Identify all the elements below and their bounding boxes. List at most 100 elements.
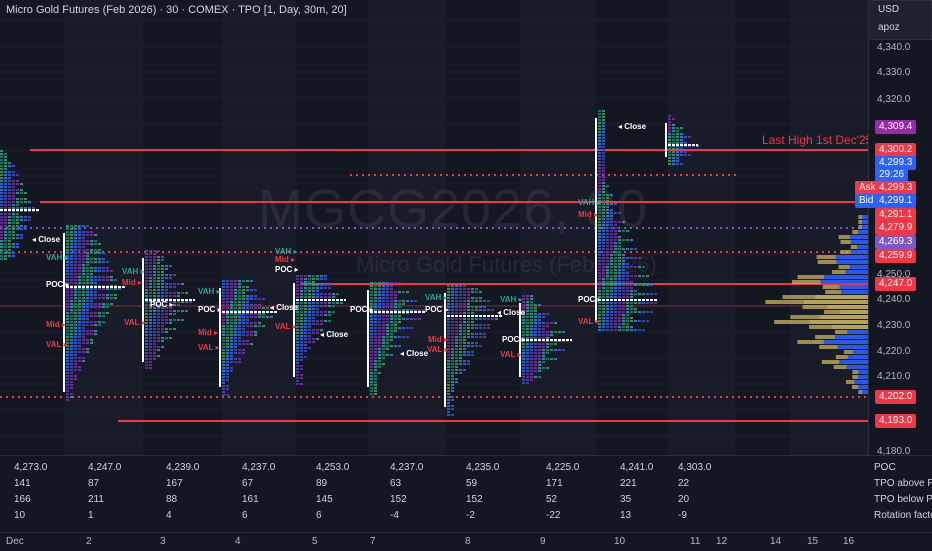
tpo-block (618, 320, 621, 322)
tpo-block (382, 333, 385, 335)
tpo-block (78, 225, 81, 227)
tpo-block (230, 343, 233, 345)
tpo-block (4, 180, 7, 182)
tpo-block (157, 289, 160, 291)
volume-bar-alt (858, 390, 862, 394)
stat-cell: 87 (88, 478, 100, 489)
tpo-block (0, 258, 3, 260)
tpo-block (626, 302, 629, 304)
tpo-block (610, 323, 613, 325)
tpo-block (324, 284, 327, 286)
tpo-block (78, 336, 81, 338)
tpo-block (467, 300, 470, 302)
tpo-block (546, 346, 549, 348)
tpo-block (222, 337, 225, 339)
tpo-block (447, 399, 450, 401)
tpo-block (602, 152, 605, 154)
tpo-block (90, 276, 93, 278)
tpo-block (530, 361, 533, 363)
volume-bar-alt (782, 295, 815, 299)
tpo-block (90, 324, 93, 326)
tpo-block (622, 320, 625, 322)
tpo-block (66, 294, 69, 296)
tpo-block (70, 378, 73, 380)
tpo-block (78, 312, 81, 314)
tpo-block (320, 275, 323, 277)
tpo-block (530, 304, 533, 306)
tpo-block (106, 276, 109, 278)
tpo-block (98, 312, 101, 314)
chart-title[interactable]: Micro Gold Futures (Feb 2026) · 30 · COM… (6, 4, 347, 16)
tpo-block (676, 160, 679, 162)
tpo-block (296, 359, 299, 361)
tpo-block (390, 354, 393, 356)
tpo-block (226, 283, 229, 285)
price-axis[interactable]: 4,340.0 4,330.0 4,320.0 4,250.0 4,240.0 4,230… (855, 0, 932, 457)
tpo-block (618, 302, 621, 304)
tpo-block (12, 222, 15, 224)
price-tag: 4,299.3 (875, 181, 917, 195)
tpo-block (145, 358, 148, 360)
tpo-block (479, 297, 482, 299)
tpo-block (254, 289, 257, 291)
tpo-block (262, 316, 265, 318)
tpo-block (308, 329, 311, 331)
tpo-block (598, 287, 601, 289)
tpo-block (82, 327, 85, 329)
tpo-block (382, 291, 385, 293)
tpo-block (320, 293, 323, 295)
tpo-block (161, 292, 164, 294)
tpo-block (550, 331, 553, 333)
tpo-block (328, 284, 331, 286)
stat-cell: 152 (466, 494, 483, 505)
tpo-block (149, 355, 152, 357)
tpo-block (479, 300, 482, 302)
tpo-block (153, 313, 156, 315)
tpo-block (16, 192, 19, 194)
tpo-block (598, 155, 601, 157)
tpo-block (546, 358, 549, 360)
tpo-block (370, 363, 373, 365)
tpo-block (238, 289, 241, 291)
tpo-block (634, 293, 637, 295)
tpo-block (234, 313, 237, 315)
tpo-block (398, 306, 401, 308)
currency-label[interactable]: USD (869, 1, 931, 19)
tpo-block (82, 276, 85, 278)
tpo-block (181, 319, 184, 321)
tpo-block (672, 124, 675, 126)
tpo-block (618, 323, 621, 325)
chart-pane[interactable]: MGCG2026, 30 Micro Gold Futures (Feb 202… (0, 0, 868, 455)
tpo-block (324, 305, 327, 307)
tpo-block (296, 380, 299, 382)
tpo-block (70, 324, 73, 326)
tpo-block (451, 327, 454, 329)
tpo-block (598, 314, 601, 316)
tpo-block (606, 242, 609, 244)
tpo-block (610, 308, 613, 310)
tpo-block (378, 372, 381, 374)
stat-row-label: TPO below POC (874, 494, 932, 505)
tpo-block (602, 125, 605, 127)
tpo-block (304, 332, 307, 334)
currency-menu[interactable]: USD apoz (868, 0, 932, 40)
tpo-block (538, 328, 541, 330)
tpo-block (20, 237, 23, 239)
tpo-block (161, 340, 164, 342)
tpo-block (70, 276, 73, 278)
tpo-block (66, 312, 69, 314)
tpo-block (378, 327, 381, 329)
unit-label[interactable]: apoz (869, 19, 931, 37)
tpo-block (16, 204, 19, 206)
time-axis[interactable]: Dec 2 3 4 5 7 8 9 10 11 12 14 15 16 (0, 532, 932, 551)
tpo-block (526, 352, 529, 354)
volume-bar-alt (821, 360, 840, 364)
tpo-block (70, 225, 73, 227)
tpo-block (94, 240, 97, 242)
volume-bar (835, 255, 868, 259)
tpo-block (153, 322, 156, 324)
tpo-block (530, 376, 533, 378)
tpo-block (296, 350, 299, 352)
tpo-block (598, 290, 601, 292)
tpo-block (312, 296, 315, 298)
